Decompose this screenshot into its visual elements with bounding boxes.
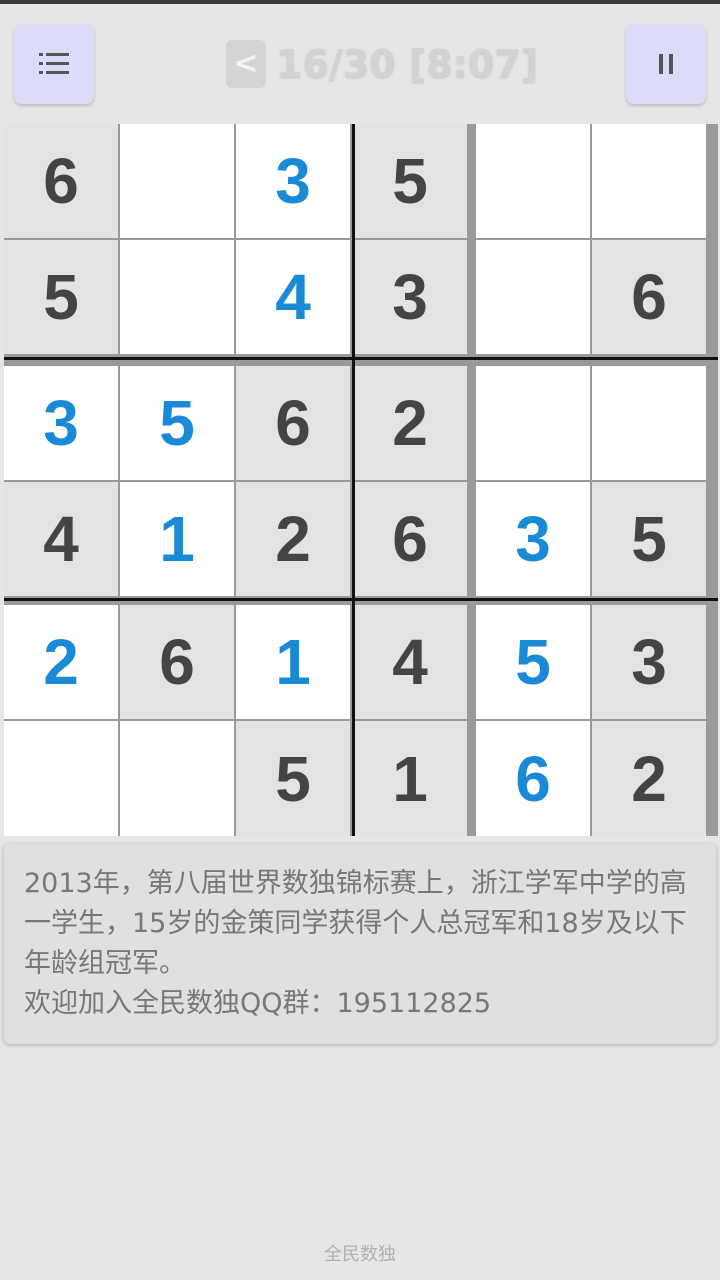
cell-r5c4[interactable]: 4 (353, 605, 467, 719)
cell-r4c6[interactable]: 5 (592, 482, 706, 596)
tip-card: 2013年，第八届世界数独锦标赛上，浙江学军中学的高一学生，15岁的金策同学获得… (4, 844, 716, 1044)
box-divider-vertical (352, 124, 355, 836)
cell-r6c1[interactable] (4, 721, 118, 836)
cell-r3c5[interactable] (476, 366, 590, 480)
cell-r2c3[interactable]: 4 (236, 240, 350, 354)
sudoku-board: 635543635624126352614535162 (4, 124, 718, 836)
cell-r4c1[interactable]: 4 (4, 482, 118, 596)
list-icon (39, 53, 69, 74)
cell-r5c5[interactable]: 5 (476, 605, 590, 719)
cell-r2c2[interactable] (120, 240, 234, 354)
cell-r4c2[interactable]: 1 (120, 482, 234, 596)
cell-r6c4[interactable]: 1 (353, 721, 467, 836)
tip-text: 2013年，第八届世界数独锦标赛上，浙江学军中学的高一学生，15岁的金策同学获得… (24, 868, 687, 1019)
cell-r1c1[interactable]: 6 (4, 124, 118, 238)
cell-r4c5[interactable]: 3 (476, 482, 590, 596)
cell-r6c2[interactable] (120, 721, 234, 836)
cell-r6c3[interactable]: 5 (236, 721, 350, 836)
cell-r1c2[interactable] (120, 124, 234, 238)
cell-r5c6[interactable]: 3 (592, 605, 706, 719)
cell-r1c4[interactable]: 5 (353, 124, 467, 238)
cell-r5c3[interactable]: 1 (236, 605, 350, 719)
cell-r6c5[interactable]: 6 (476, 721, 590, 836)
box-divider-horizontal-1 (4, 357, 718, 360)
cell-r1c6[interactable] (592, 124, 706, 238)
cell-r3c1[interactable]: 3 (4, 366, 118, 480)
cell-r3c6[interactable] (592, 366, 706, 480)
top-border (0, 0, 720, 4)
cell-r5c1[interactable]: 2 (4, 605, 118, 719)
box-divider-horizontal-2 (4, 598, 718, 601)
cell-r3c4[interactable]: 2 (353, 366, 467, 480)
cell-r4c4[interactable]: 6 (353, 482, 467, 596)
pause-icon (659, 54, 673, 74)
progress-header: < 16/30 [8:07] (226, 38, 538, 90)
cell-r2c4[interactable]: 3 (353, 240, 467, 354)
back-button[interactable]: < (226, 40, 266, 88)
progress-timer: 16/30 [8:07] (276, 42, 539, 86)
footer-app-name: 全民数独 (324, 1244, 396, 1265)
cell-r4c3[interactable]: 2 (236, 482, 350, 596)
cell-r2c1[interactable]: 5 (4, 240, 118, 354)
cell-r2c5[interactable] (476, 240, 590, 354)
cell-r3c3[interactable]: 6 (236, 366, 350, 480)
menu-button[interactable] (14, 24, 94, 104)
cell-r3c2[interactable]: 5 (120, 366, 234, 480)
cell-r1c5[interactable] (476, 124, 590, 238)
cell-r2c6[interactable]: 6 (592, 240, 706, 354)
cell-r5c2[interactable]: 6 (120, 605, 234, 719)
cell-r6c6[interactable]: 2 (592, 721, 706, 836)
cell-r1c3[interactable]: 3 (236, 124, 350, 238)
pause-button[interactable] (626, 24, 706, 104)
